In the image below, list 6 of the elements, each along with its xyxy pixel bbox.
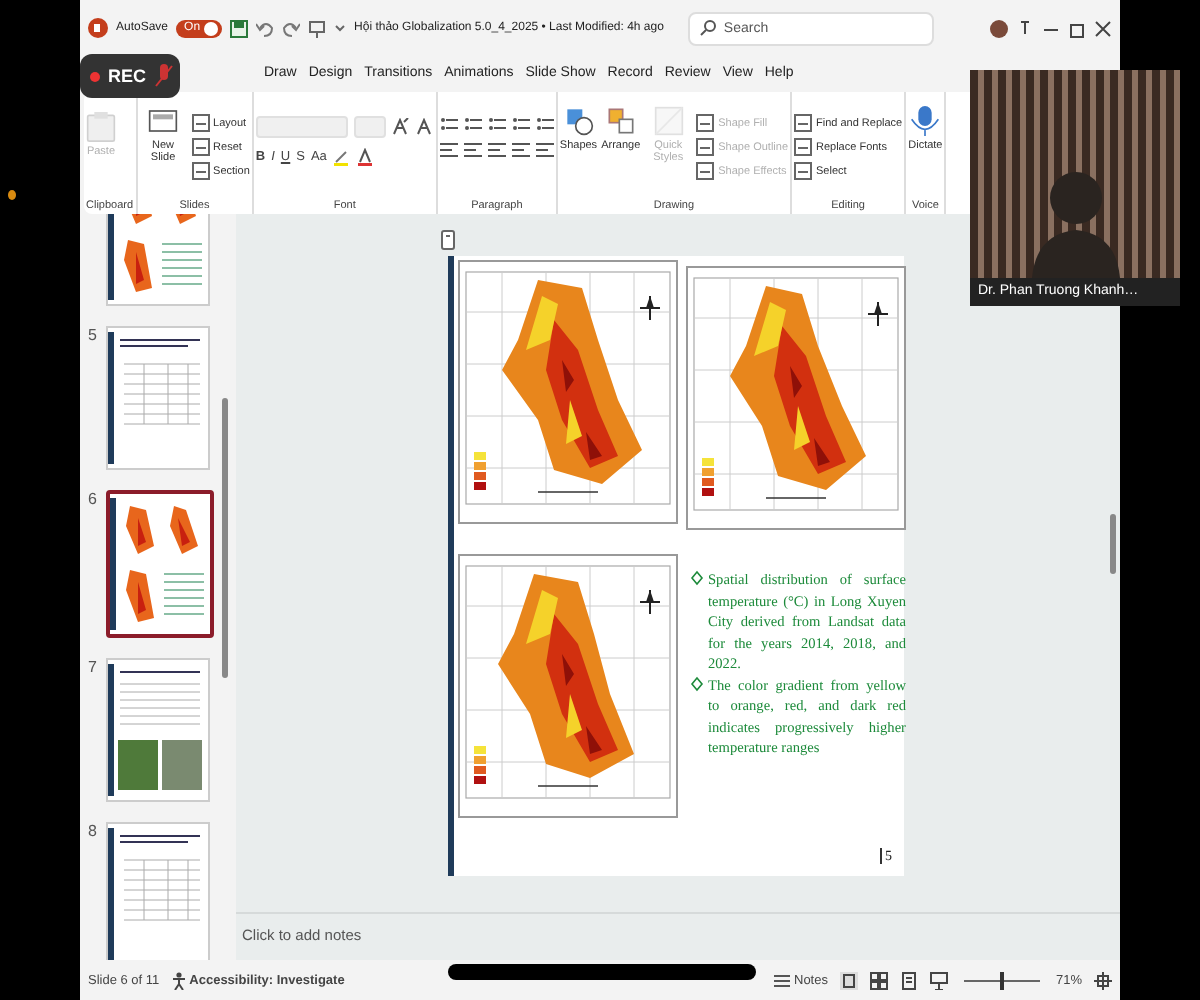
recording-label: REC <box>108 66 147 86</box>
slide-number: 7 <box>88 658 99 676</box>
recording-badge[interactable]: REC <box>80 54 180 98</box>
slide-number: 8 <box>88 822 99 840</box>
slide-number: 6 <box>88 490 99 508</box>
slide-number: 5 <box>88 326 99 344</box>
